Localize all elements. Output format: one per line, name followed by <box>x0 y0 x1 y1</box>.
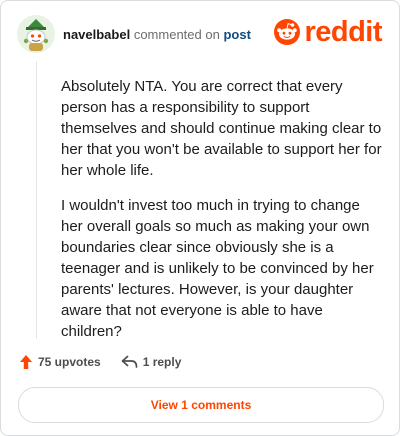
comment-card: navelbabel commented on post reddit Abso… <box>0 0 400 436</box>
reply-count: 1 reply <box>142 355 182 369</box>
thread-line[interactable] <box>36 61 37 339</box>
comment-paragraph-2: I wouldn't invest too much in trying to … <box>61 197 374 340</box>
username[interactable]: navelbabel <box>63 27 130 42</box>
comment-verb: commented on <box>133 27 220 42</box>
post-link[interactable]: post <box>223 27 250 42</box>
upvote-count: 75 upvotes <box>38 355 101 369</box>
reply-button[interactable]: 1 reply <box>121 355 182 369</box>
avatar[interactable] <box>17 15 55 53</box>
upvote-button[interactable]: 75 upvotes <box>19 354 101 370</box>
reddit-snoo-icon <box>274 19 301 45</box>
reply-arrow-icon <box>121 355 138 368</box>
comment-paragraph-1: Absolutely NTA. You are correct that eve… <box>61 78 382 179</box>
comment-actions: 75 upvotes 1 reply <box>19 354 181 370</box>
reddit-wordmark: reddit <box>304 16 382 48</box>
snoo-avatar-icon <box>17 15 55 53</box>
comment-body: Absolutely NTA. You are correct that eve… <box>61 76 383 356</box>
reddit-logo[interactable]: reddit <box>274 17 382 47</box>
view-comments-button[interactable]: View 1 comments <box>18 387 384 423</box>
comment-header: navelbabel commented on post <box>63 27 251 42</box>
upvote-arrow-icon <box>20 355 32 369</box>
